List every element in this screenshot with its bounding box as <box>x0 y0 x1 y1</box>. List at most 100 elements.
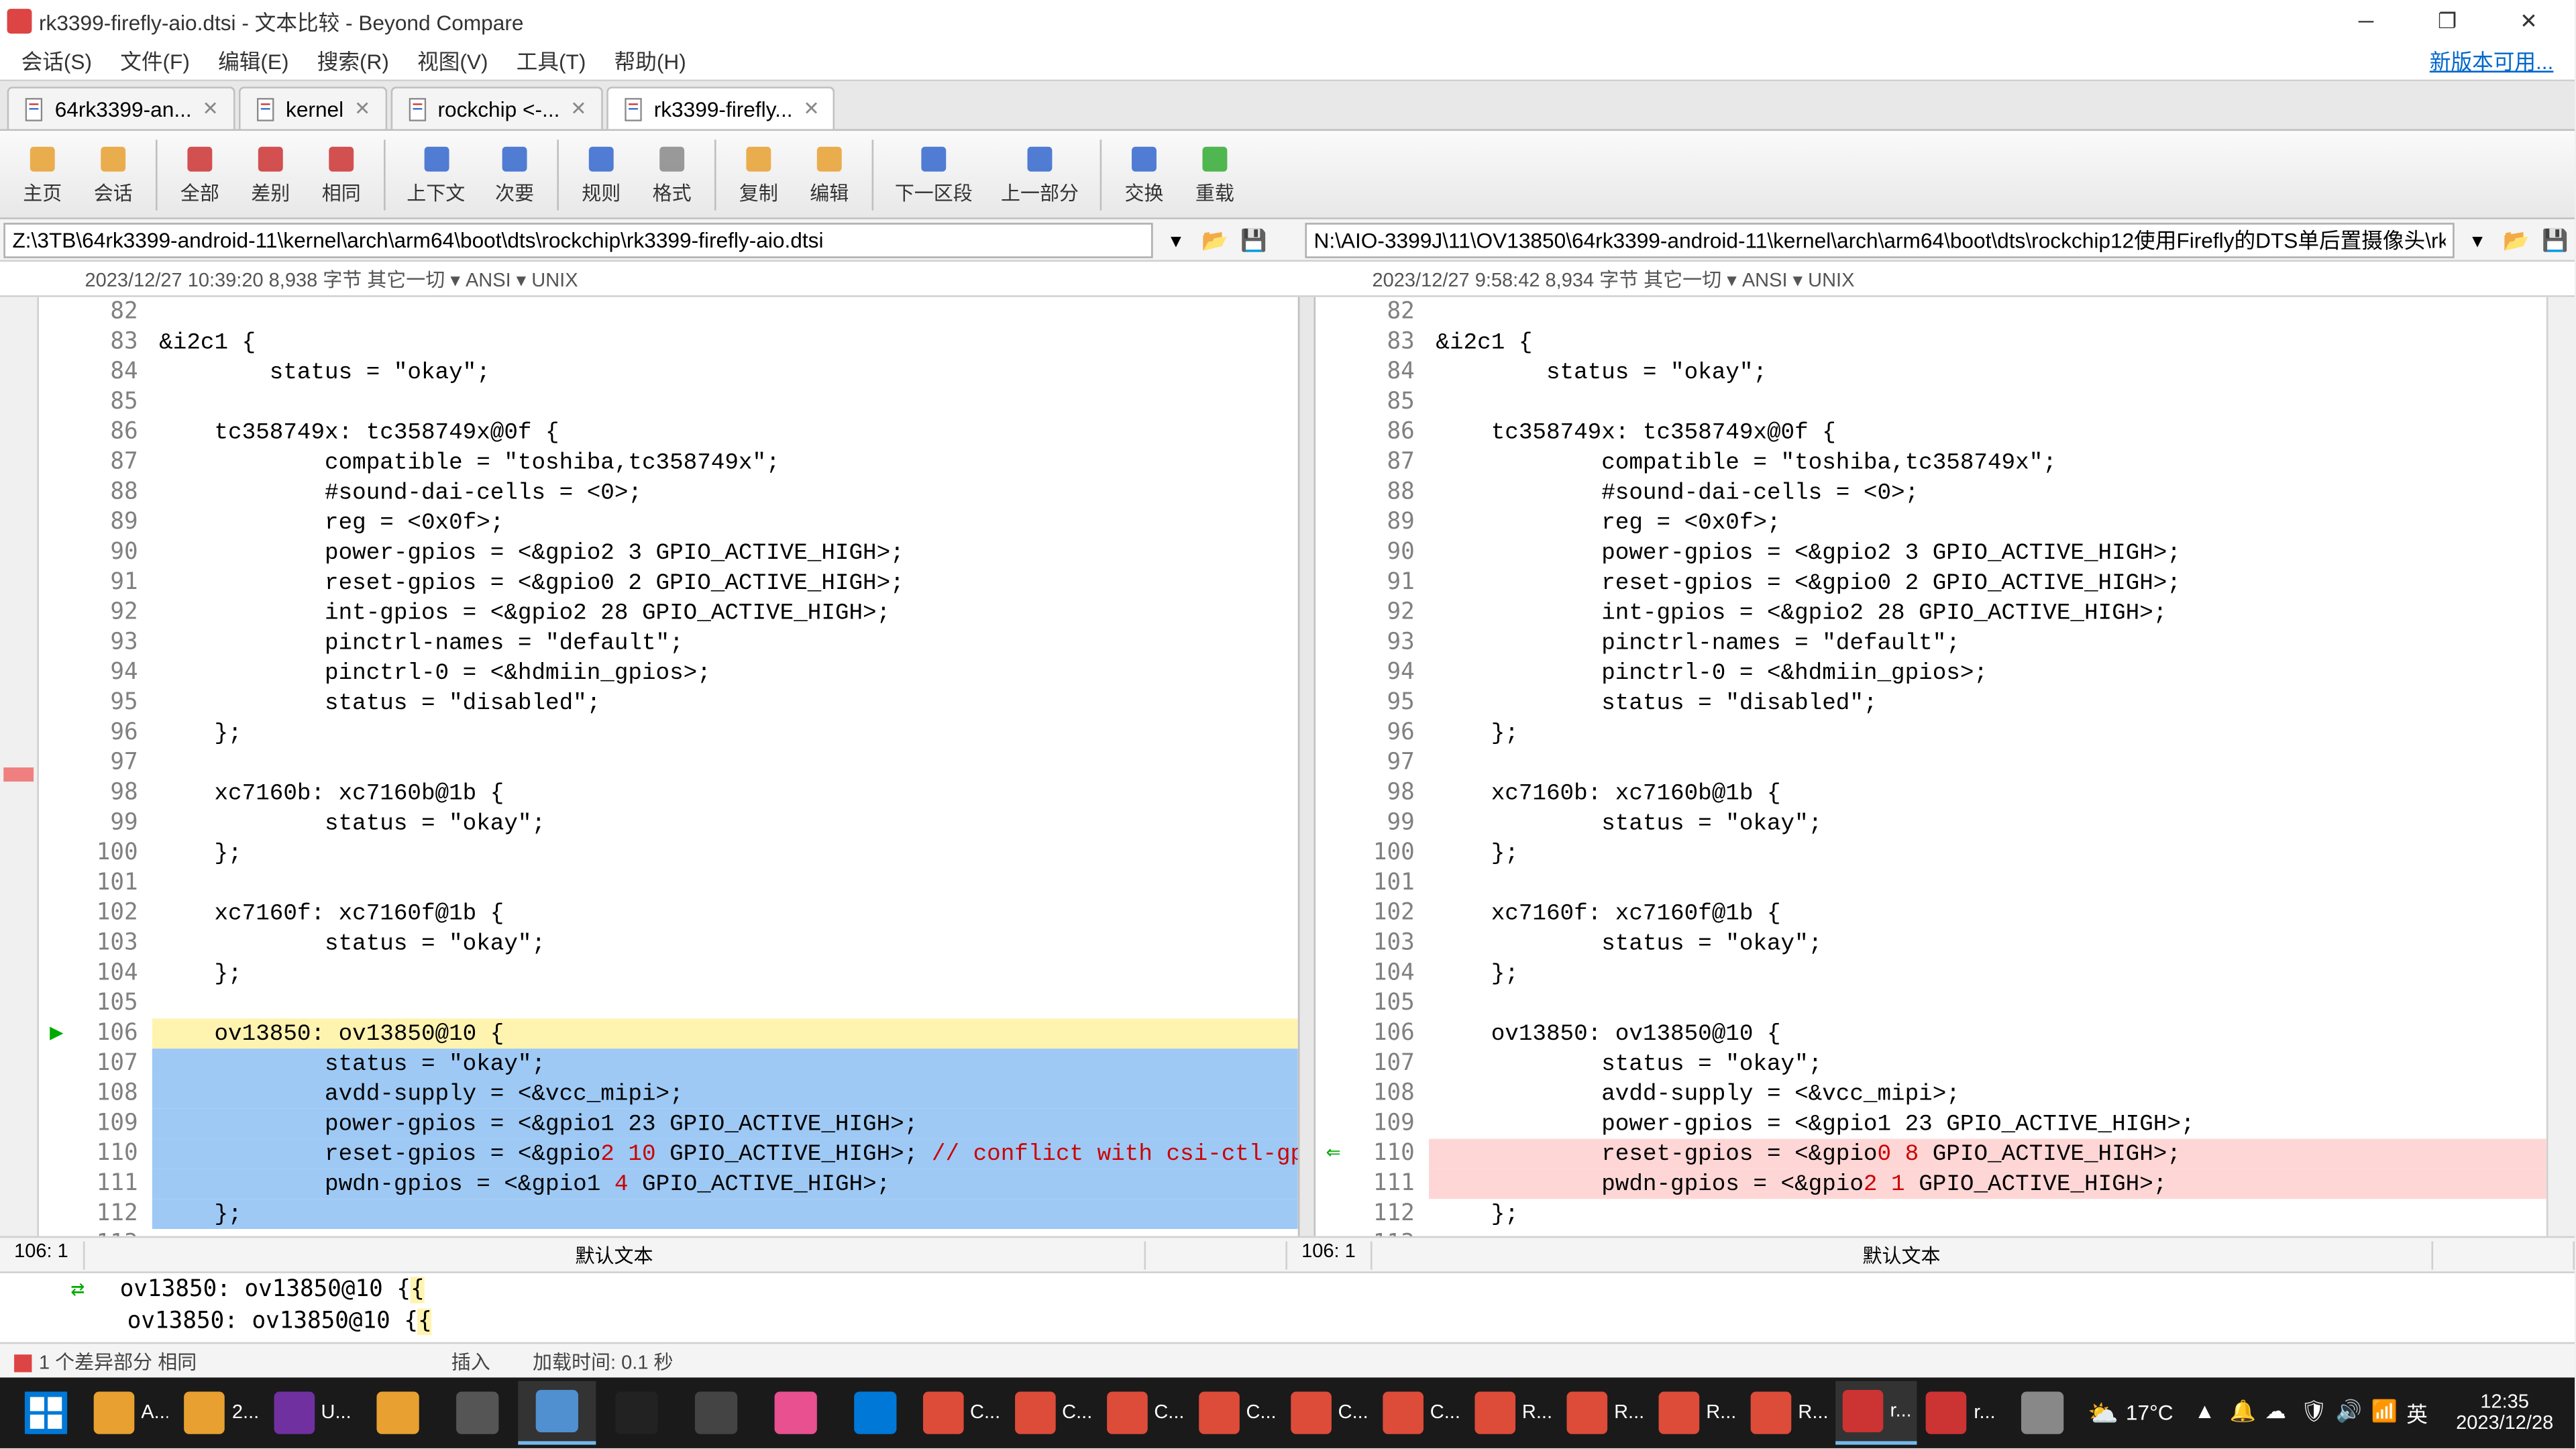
taskbar-app-button[interactable] <box>7 1381 85 1445</box>
code-line[interactable]: avdd-supply = <&vcc_mipi>; <box>1429 1079 2546 1109</box>
code-line[interactable]: }; <box>152 1199 1298 1229</box>
taskbar-app-button[interactable] <box>438 1381 516 1445</box>
code-line[interactable]: power-gpios = <&gpio2 3 GPIO_ACTIVE_HIGH… <box>1429 537 2546 568</box>
taskbar-app-button[interactable] <box>359 1381 437 1445</box>
taskbar-app-button[interactable]: C... <box>1008 1381 1098 1445</box>
menu-item[interactable]: 工具(T) <box>502 46 600 78</box>
maximize-button[interactable]: ❐ <box>2408 2 2486 41</box>
left-save-icon[interactable]: 💾 <box>1238 223 1269 255</box>
code-line[interactable] <box>152 1229 1298 1236</box>
code-line[interactable]: reg = <0x0f>; <box>152 508 1298 538</box>
code-line[interactable]: int-gpios = <&gpio2 28 GPIO_ACTIVE_HIGH>… <box>152 598 1298 628</box>
toolbar-home-button[interactable]: 主页 <box>7 133 78 215</box>
code-line[interactable]: }; <box>1429 959 2546 989</box>
tray-icon[interactable]: ▲ <box>2194 1399 2222 1427</box>
code-line[interactable]: ov13850: ov13850@10 { <box>152 1018 1298 1049</box>
toolbar-reload-button[interactable]: 重载 <box>1179 133 1250 215</box>
menu-item[interactable]: 视图(V) <box>403 46 502 78</box>
code-line[interactable]: &i2c1 { <box>152 327 1298 358</box>
file-tab[interactable]: 64rk3399-an...✕ <box>7 87 235 129</box>
taskbar-app-button[interactable]: A... <box>87 1381 176 1445</box>
code-line[interactable]: }; <box>1429 838 2546 868</box>
code-line[interactable]: tc358749x: tc358749x@0f { <box>152 417 1298 447</box>
toolbar-copy-button[interactable]: 复制 <box>723 133 794 215</box>
code-line[interactable]: }; <box>152 959 1298 989</box>
code-line[interactable] <box>1429 387 2546 417</box>
code-line[interactable]: pwdn-gpios = <&gpio1 4 GPIO_ACTIVE_HIGH>… <box>152 1169 1298 1199</box>
taskbar-app-button[interactable]: R... <box>1652 1381 1742 1445</box>
code-line[interactable]: pinctrl-0 = <&hdmiin_gpios>; <box>1429 658 2546 688</box>
taskbar-app-button[interactable] <box>518 1381 596 1445</box>
taskbar-app-button[interactable]: r... <box>1835 1381 1917 1445</box>
code-line[interactable]: status = "okay"; <box>1429 928 2546 959</box>
code-line[interactable]: status = "okay"; <box>152 928 1298 959</box>
code-line[interactable]: status = "disabled"; <box>152 688 1298 718</box>
code-line[interactable]: status = "okay"; <box>152 1049 1298 1079</box>
taskbar-app-button[interactable] <box>677 1381 755 1445</box>
menu-item[interactable]: 会话(S) <box>7 46 107 78</box>
code-line[interactable]: reg = <0x0f>; <box>1429 508 2546 538</box>
tab-close-icon[interactable]: ✕ <box>354 97 370 120</box>
menu-item[interactable]: 文件(F) <box>106 46 204 78</box>
toolbar-edit-button[interactable]: 编辑 <box>794 133 865 215</box>
code-line[interactable]: #sound-dai-cells = <0>; <box>152 478 1298 508</box>
code-line[interactable]: }; <box>1429 718 2546 748</box>
pane-splitter[interactable] <box>1298 297 1316 1236</box>
code-line[interactable]: avdd-supply = <&vcc_mipi>; <box>152 1079 1298 1109</box>
code-line[interactable]: xc7160b: xc7160b@1b { <box>152 778 1298 808</box>
taskbar-app-button[interactable]: r... <box>1919 1381 2001 1445</box>
taskbar-app-button[interactable]: C... <box>1283 1381 1374 1445</box>
code-line[interactable]: }; <box>152 838 1298 868</box>
close-button[interactable]: ✕ <box>2489 2 2567 41</box>
code-line[interactable] <box>1429 297 2546 327</box>
code-line[interactable]: pinctrl-0 = <&hdmiin_gpios>; <box>152 658 1298 688</box>
code-line[interactable]: }; <box>1429 1199 2546 1229</box>
file-tab[interactable]: rockchip <-...✕ <box>390 87 602 129</box>
taskbar-app-button[interactable] <box>597 1381 675 1445</box>
right-pane[interactable]: ⇐ 82838485868788899091929394959697989910… <box>1316 297 2575 1236</box>
toolbar-rules-button[interactable]: 规则 <box>566 133 637 215</box>
code-line[interactable]: power-gpios = <&gpio2 3 GPIO_ACTIVE_HIGH… <box>152 537 1298 568</box>
code-line[interactable]: status = "okay"; <box>1429 357 2546 387</box>
taskbar-app-button[interactable]: R... <box>1560 1381 1650 1445</box>
right-save-icon[interactable]: 💾 <box>2539 223 2571 255</box>
toolbar-context-button[interactable]: 上下文 <box>392 133 479 215</box>
code-line[interactable]: reset-gpios = <&gpio0 2 GPIO_ACTIVE_HIGH… <box>1429 568 2546 598</box>
clock[interactable]: 12:352023/12/28 <box>2442 1392 2567 1434</box>
code-line[interactable]: int-gpios = <&gpio2 28 GPIO_ACTIVE_HIGH>… <box>1429 598 2546 628</box>
new-version-link[interactable]: 新版本可用... <box>2430 46 2568 76</box>
code-line[interactable]: pinctrl-names = "default"; <box>1429 628 2546 658</box>
code-line[interactable]: xc7160b: xc7160b@1b { <box>1429 778 2546 808</box>
taskbar-app-button[interactable]: 2... <box>178 1381 265 1445</box>
code-line[interactable] <box>1429 748 2546 778</box>
tray-icon[interactable]: ☁ <box>2265 1399 2293 1427</box>
code-line[interactable]: compatible = "toshiba,tc358749x"; <box>152 447 1298 478</box>
tray-icon[interactable]: 🛡 <box>2300 1399 2328 1427</box>
toolbar-swap-button[interactable]: 交换 <box>1109 133 1179 215</box>
right-code[interactable]: &i2c1 { status = "okay"; tc358749x: tc35… <box>1429 297 2546 1236</box>
taskbar-app-button[interactable]: U... <box>266 1381 357 1445</box>
windows-taskbar[interactable]: A...2...U...C...C...C...C...C...C...R...… <box>0 1377 2575 1448</box>
taskbar-app-button[interactable] <box>836 1381 914 1445</box>
taskbar-app-button[interactable]: R... <box>1743 1381 1834 1445</box>
code-line[interactable]: status = "disabled"; <box>1429 688 2546 718</box>
tray-icon[interactable]: 📶 <box>2371 1399 2400 1427</box>
code-line[interactable]: power-gpios = <&gpio1 23 GPIO_ACTIVE_HIG… <box>1429 1109 2546 1139</box>
tab-close-icon[interactable]: ✕ <box>570 97 586 120</box>
file-tab[interactable]: kernel✕ <box>238 87 386 129</box>
system-tray[interactable]: ▲🔔☁🛡🔊📶英 <box>2180 1398 2442 1428</box>
code-line[interactable] <box>1429 989 2546 1019</box>
code-line[interactable]: xc7160f: xc7160f@1b { <box>152 898 1298 928</box>
code-line[interactable]: &i2c1 { <box>1429 327 2546 358</box>
right-path-input[interactable] <box>1305 222 2454 258</box>
weather-widget[interactable]: ⛅17°C <box>2083 1381 2178 1445</box>
taskbar-app-button[interactable] <box>757 1381 835 1445</box>
toolbar-diff-button[interactable]: 差别 <box>235 133 306 215</box>
code-line[interactable]: tc358749x: tc358749x@0f { <box>1429 417 2546 447</box>
taskbar-app-button[interactable]: C... <box>1376 1381 1466 1445</box>
menu-item[interactable]: 帮助(H) <box>600 46 700 78</box>
code-line[interactable]: compatible = "toshiba,tc358749x"; <box>1429 447 2546 478</box>
toolbar-minor-button[interactable]: 次要 <box>479 133 549 215</box>
code-line[interactable]: reset-gpios = <&gpio0 2 GPIO_ACTIVE_HIGH… <box>152 568 1298 598</box>
minimize-button[interactable]: ─ <box>2327 2 2405 41</box>
